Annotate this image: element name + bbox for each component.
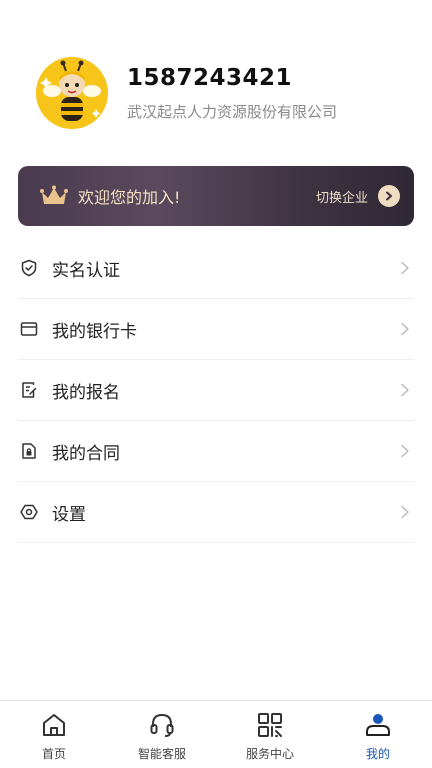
home-icon (43, 714, 65, 736)
chevron-right-icon (401, 383, 409, 397)
menu-item-real-name[interactable]: 实名认证 (18, 238, 414, 299)
chevron-right-icon (401, 261, 409, 275)
menu-item-bank-card[interactable]: 我的银行卡 (18, 299, 414, 360)
switch-company-label[interactable]: 切换企业 (316, 187, 368, 206)
crown-icon (40, 185, 68, 204)
profile-header: 1587243421 武汉起点人力资源股份有限公司 (36, 57, 337, 129)
shield-check-icon (19, 258, 39, 278)
tab-label: 我的 (365, 747, 390, 761)
welcome-banner: 欢迎您的加入! 切换企业 (18, 166, 414, 226)
menu-item-signup[interactable]: 我的报名 (18, 360, 414, 421)
menu-label: 我的银行卡 (52, 321, 137, 342)
avatar[interactable] (36, 57, 108, 129)
tab-service-center[interactable]: 服务中心 (216, 701, 324, 768)
tab-home[interactable]: 首页 (0, 701, 108, 768)
menu-label: 设置 (52, 504, 86, 525)
chevron-right-icon (401, 505, 409, 519)
welcome-text: 欢迎您的加入! (78, 188, 181, 207)
chevron-right-icon (401, 322, 409, 336)
tab-mine[interactable]: 我的 (324, 701, 432, 768)
bottom-tab-bar: 首页 智能客服 服务中心 我的 (0, 700, 432, 768)
profile-text: 1587243421 武汉起点人力资源股份有限公司 (127, 65, 337, 122)
chevron-right-icon (386, 191, 392, 201)
user-phone: 1587243421 (127, 64, 293, 91)
contract-icon (19, 441, 39, 461)
menu-item-settings[interactable]: 设置 (18, 482, 414, 543)
signup-form-icon (19, 380, 39, 400)
user-icon (366, 714, 390, 736)
user-company: 武汉起点人力资源股份有限公司 (127, 102, 338, 121)
chevron-right-icon (401, 444, 409, 458)
menu-label: 我的报名 (52, 382, 120, 403)
bee-mascot-avatar (36, 57, 108, 129)
tab-label: 首页 (41, 747, 66, 761)
menu-label: 我的合同 (52, 443, 120, 464)
profile-page: 1587243421 武汉起点人力资源股份有限公司 欢迎您的加入! 切换企业 实… (0, 0, 432, 768)
headset-icon (150, 713, 174, 737)
settings-icon (19, 502, 39, 522)
menu-label: 实名认证 (52, 260, 120, 281)
menu-item-contract[interactable]: 我的合同 (18, 421, 414, 482)
menu-list: 实名认证 我的银行卡 我的报名 我的合同 设置 (18, 238, 414, 543)
switch-company-button[interactable] (378, 185, 400, 207)
tab-customer-service[interactable]: 智能客服 (108, 701, 216, 768)
tab-label: 智能客服 (137, 747, 186, 761)
tab-label: 服务中心 (245, 747, 294, 761)
bank-card-icon (19, 319, 39, 339)
qr-code-icon (258, 713, 282, 737)
